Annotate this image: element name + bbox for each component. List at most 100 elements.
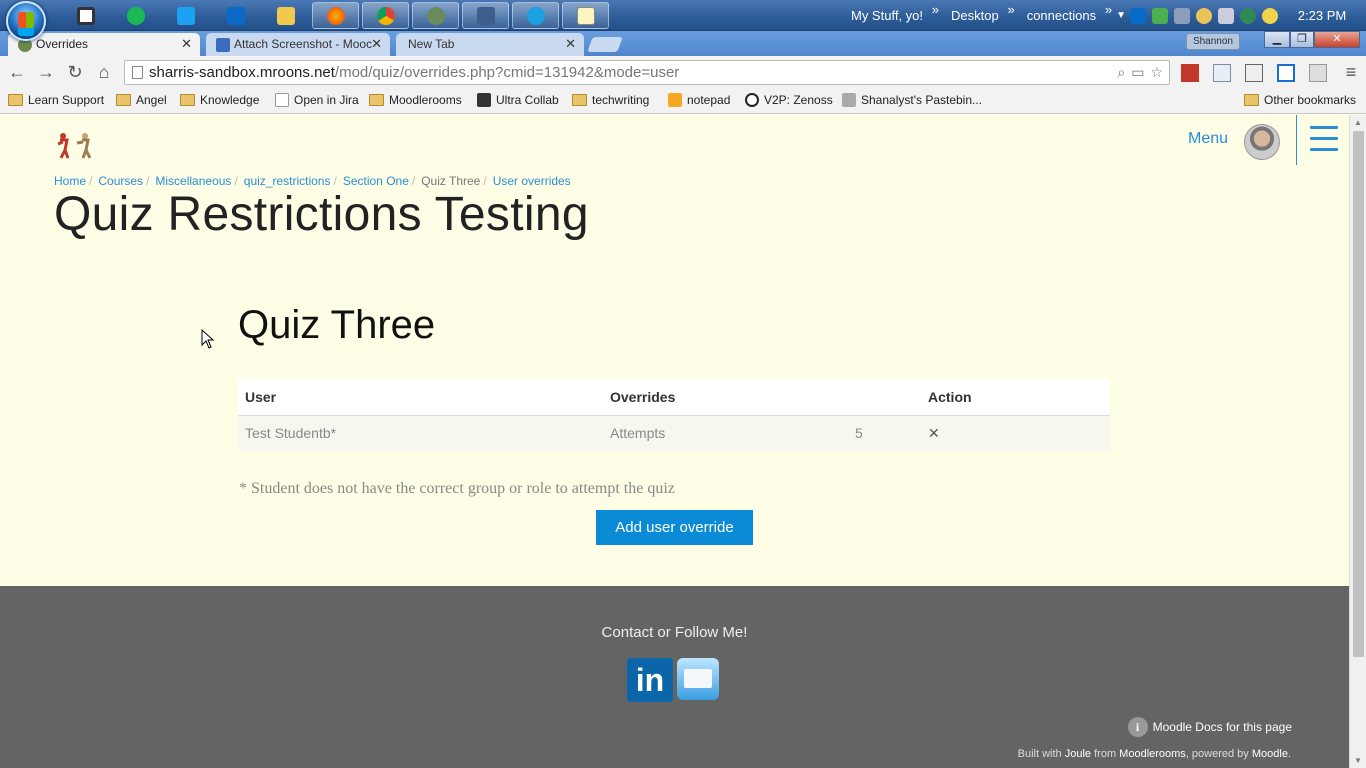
smiley-tray-icon[interactable] [1262,7,1278,24]
tab-new-tab[interactable]: New Tab ✕ [396,33,584,56]
taskbar-calculator-app[interactable] [62,2,109,29]
scroll-up-arrow-icon[interactable]: ▲ [1354,118,1362,127]
calendar-icon[interactable] [1213,64,1231,82]
tray-expand-icon[interactable]: ▼ [1116,10,1126,21]
close-tab-icon[interactable]: ✕ [565,36,576,52]
page-icon [275,93,289,107]
taskbar-twitter-app[interactable] [162,2,209,29]
moodle-link[interactable]: Moodle [1252,748,1288,760]
email-icon[interactable] [677,658,719,700]
taskbar-spotify-app[interactable] [112,2,159,29]
breadcrumb-quiz-restrictions[interactable]: quiz_restrictions [244,174,331,188]
screenshot-icon[interactable] [1277,64,1295,82]
scroll-down-arrow-icon[interactable]: ▼ [1354,756,1362,765]
moodle-docs-link[interactable]: i Moodle Docs for this page [1127,717,1292,737]
bookmark-moodlerooms[interactable]: Moodlerooms [369,93,462,107]
volume-icon[interactable] [1174,7,1190,24]
toolbar-link-my-stuff[interactable]: My Stuff, yo! [851,2,939,23]
site-logo[interactable] [55,130,95,160]
mouse-cursor-icon [201,329,215,349]
page-scrollbar[interactable]: ▲ ▼ [1349,115,1366,768]
tab-attach-screenshot[interactable]: Attach Screenshot - Mooc ✕ [206,33,390,56]
cell-action: ✕ [921,415,1110,451]
taskbar-notepad-app[interactable] [562,2,609,29]
column-header-value [848,379,921,416]
folder-icon [572,94,587,106]
powered-by: Built with Joule from Moodlerooms, power… [1017,748,1291,760]
toolbar-link-desktop[interactable]: Desktop [951,2,1014,23]
bookmark-star-icon[interactable]: ☆ [1150,64,1163,81]
delete-icon[interactable]: ✕ [928,425,940,441]
bookmark-notepad[interactable]: notepad [668,93,730,107]
bookmark-techwriting[interactable]: techwriting [572,93,649,107]
taskbar-chat-app[interactable] [412,2,459,29]
check-tray-icon[interactable] [1152,7,1168,24]
bookmark-ultra-collab[interactable]: Ultra Collab [477,93,559,107]
extension-red-icon[interactable] [1181,64,1199,82]
reader-mode-icon[interactable]: ▭ [1131,64,1144,81]
new-tab-button[interactable] [587,37,623,52]
folder-icon [276,6,295,25]
moodlerooms-link[interactable]: Moodlerooms [1119,748,1186,760]
taskbar-chrome-app[interactable] [362,2,409,29]
scrollbar-thumb[interactable] [1353,131,1364,657]
browser-tab-strip: Overrides ✕ Attach Screenshot - Mooc ✕ N… [0,31,1366,56]
add-user-override-button[interactable]: Add user override [596,510,753,545]
overrides-table: User Overrides Action Test Studentb* Att… [238,379,1110,451]
mail-icon[interactable] [1245,64,1263,82]
search-icon[interactable]: ⌕ [1117,64,1125,81]
outlook-tray-icon[interactable] [1130,7,1146,24]
chrome-menu-icon[interactable]: ≡ [1340,62,1362,83]
breadcrumb-section-one[interactable]: Section One [343,174,409,188]
linkedin-icon[interactable]: in [627,658,673,702]
reload-button[interactable]: ↻ [64,62,86,83]
minimize-button[interactable]: ▁ [1264,31,1290,48]
bookmark-pastebin[interactable]: Shanalyst's Pastebin... [842,93,982,107]
network-icon[interactable] [1218,7,1234,24]
folder-icon [116,94,131,106]
taskbar-salesforce-app[interactable] [512,2,559,29]
cell-user[interactable]: Test Studentb* [238,415,603,451]
toolbar-link-connections[interactable]: connections [1027,2,1113,23]
bookmark-open-in-jira[interactable]: Open in Jira [275,93,359,107]
forward-button[interactable]: → [35,62,57,83]
bookmark-knowledge[interactable]: Knowledge [180,93,259,107]
calculator-icon [76,6,95,25]
bookmark-angel[interactable]: Angel [116,93,167,107]
grid-extension-icon[interactable] [1309,64,1327,82]
bookmark-learn-support[interactable]: Learn Support [8,93,104,107]
home-button[interactable]: ⌂ [93,62,115,83]
close-tab-icon[interactable]: ✕ [181,36,192,52]
profile-button[interactable]: Shannon [1185,33,1240,50]
breadcrumb-home[interactable]: Home [54,174,86,188]
breadcrumb: Home / Courses / Miscellaneous / quiz_restr… [54,174,571,188]
nav-drawer-toggle[interactable] [1296,115,1349,165]
taskbar-firefox-app[interactable] [312,2,359,29]
taskbar-explorer-app[interactable] [262,2,309,29]
footer-contact: Contact or Follow Me! [601,624,748,641]
maximize-button[interactable]: ❐ [1290,31,1314,48]
xbox-tray-icon[interactable] [1240,7,1256,24]
breadcrumb-miscellaneous[interactable]: Miscellaneous [155,174,231,188]
avatar[interactable] [1244,124,1280,160]
bookmark-other[interactable]: Other bookmarks [1244,93,1356,107]
notepad-icon [576,6,595,25]
page-footer: Contact or Follow Me! in i Moodle Docs f… [0,586,1349,768]
close-window-button[interactable]: ✕ [1314,31,1360,48]
bookmark-v2p-zenoss[interactable]: V2P: Zenoss [745,93,833,107]
tab-label: Overrides [36,37,89,51]
back-button[interactable]: ← [6,62,28,83]
breadcrumb-courses[interactable]: Courses [98,174,143,188]
address-bar[interactable]: sharris-sandbox.mroons.net/mod/quiz/over… [124,60,1170,85]
taskbar-rss-app[interactable] [462,2,509,29]
joule-link[interactable]: Joule [1065,748,1091,760]
clock[interactable]: 2:23 PM [1278,8,1366,23]
pastebin-icon [842,93,856,107]
status-tray-icon[interactable] [1196,7,1212,24]
page-content: Menu Home / Courses / Miscellaneous / quiz_… [0,115,1349,768]
taskbar-outlook-app[interactable] [212,2,259,29]
breadcrumb-user-overrides[interactable]: User overrides [493,174,571,188]
close-tab-icon[interactable]: ✕ [371,36,382,52]
start-button[interactable] [6,1,46,41]
menu-link[interactable]: Menu [1188,130,1228,148]
